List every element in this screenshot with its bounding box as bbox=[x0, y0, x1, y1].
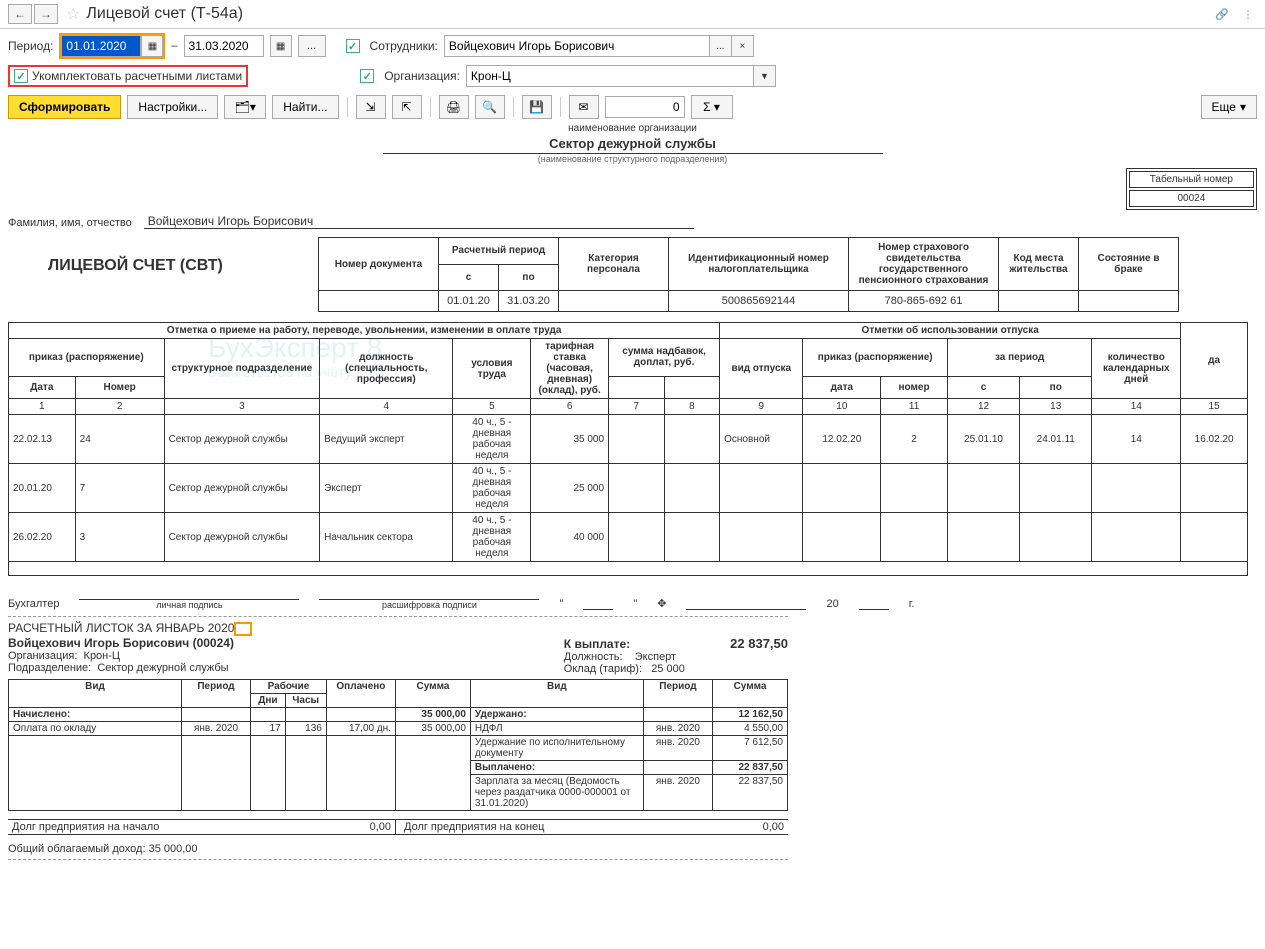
save-button[interactable]: 💾 bbox=[522, 95, 552, 119]
titlebar: ← → ☆ Лицевой счет (Т-54а) 🔗 ⋮ bbox=[0, 0, 1265, 29]
bundle-label: Укомплектовать расчетными листами bbox=[32, 69, 242, 83]
department-caption: (наименование структурного подразделения… bbox=[383, 153, 883, 164]
forward-button[interactable]: → bbox=[34, 4, 58, 24]
table-row: 22.02.1324Сектор дежурной службыВедущий … bbox=[9, 415, 1248, 464]
employee-input[interactable] bbox=[444, 35, 710, 57]
employment-table: Отметка о приеме на работу, переводе, ув… bbox=[8, 322, 1248, 576]
department-name: Сектор дежурной службы bbox=[8, 134, 1257, 153]
more-button[interactable]: Еще ▾ bbox=[1201, 95, 1257, 119]
fio-label: Фамилия, имя, отчество bbox=[8, 217, 132, 229]
doc-title: ЛИЦЕВОЙ СЧЕТ (СВТ) bbox=[8, 237, 318, 312]
taxable-income: Общий облагаемый доход: 35 000,00 bbox=[8, 843, 788, 855]
accountant-label: Бухгалтер bbox=[8, 598, 59, 610]
employee-clear-button[interactable]: × bbox=[732, 35, 754, 57]
mail-button[interactable]: ✉ bbox=[569, 95, 599, 119]
org-dropdown-button[interactable]: ▼ bbox=[754, 65, 776, 87]
page-title: Лицевой счет (Т-54а) bbox=[86, 5, 243, 23]
bundle-checkbox[interactable] bbox=[14, 69, 28, 83]
sum-button[interactable]: Σ ▾ bbox=[691, 95, 733, 119]
org-label: Организация: bbox=[384, 69, 460, 83]
calendar-to-icon[interactable]: ▦ bbox=[270, 35, 292, 57]
table-row: 20.01.207Сектор дежурной службыЭксперт40… bbox=[9, 464, 1248, 513]
org-input[interactable] bbox=[466, 65, 754, 87]
collapse-button[interactable]: ⇱ bbox=[392, 95, 422, 119]
employee-select-button[interactable]: ... bbox=[710, 35, 732, 57]
settings-button[interactable]: Настройки... bbox=[127, 95, 218, 119]
print-button[interactable]: 🖨 bbox=[439, 95, 469, 119]
generate-button[interactable]: Сформировать bbox=[8, 95, 121, 119]
payslip-title: РАСЧЕТНЫЙ ЛИСТОК ЗА ЯНВАРЬ 2020 bbox=[8, 621, 234, 635]
org-checkbox[interactable] bbox=[360, 69, 374, 83]
link-icon[interactable]: 🔗 bbox=[1213, 5, 1231, 23]
back-button[interactable]: ← bbox=[8, 4, 32, 24]
payslip-table: Вид Период Рабочие Оплачено Сумма Вид Пе… bbox=[8, 679, 788, 811]
preview-button[interactable]: 🔍 bbox=[475, 95, 505, 119]
kebab-icon[interactable]: ⋮ bbox=[1239, 5, 1257, 23]
employees-label: Сотрудники: bbox=[370, 39, 438, 53]
save-settings-button[interactable]: 🗂▾ bbox=[224, 95, 266, 119]
find-button[interactable]: Найти... bbox=[272, 95, 338, 119]
doc-head-table: Номер документа Расчетный период Категор… bbox=[318, 237, 1179, 312]
fio-value: Войцехович Игорь Борисович bbox=[144, 214, 694, 229]
payslip-employee: Войцехович Игорь Борисович (00024) bbox=[8, 636, 234, 650]
payslip: РАСЧЕТНЫЙ ЛИСТОК ЗА ЯНВАРЬ 2020 Войцехов… bbox=[8, 616, 788, 860]
expand-button[interactable]: ⇲ bbox=[356, 95, 386, 119]
period-label: Период: bbox=[8, 39, 53, 53]
period-picker-button[interactable]: ... bbox=[298, 35, 326, 57]
org-caption: наименование организации bbox=[8, 123, 1257, 134]
date-from-input[interactable] bbox=[61, 35, 141, 57]
table-row: 26.02.203Сектор дежурной службыНачальник… bbox=[9, 513, 1248, 562]
tabnum-box: Табельный номер 00024 bbox=[1126, 168, 1257, 210]
calendar-from-icon[interactable]: ▦ bbox=[141, 35, 163, 57]
employees-checkbox[interactable] bbox=[346, 39, 360, 53]
date-to-input[interactable] bbox=[184, 35, 264, 57]
dash: – bbox=[171, 40, 177, 52]
bundle-highlight: Укомплектовать расчетными листами bbox=[8, 65, 248, 87]
level-input[interactable] bbox=[605, 96, 685, 118]
favorite-icon[interactable]: ☆ bbox=[66, 4, 80, 24]
